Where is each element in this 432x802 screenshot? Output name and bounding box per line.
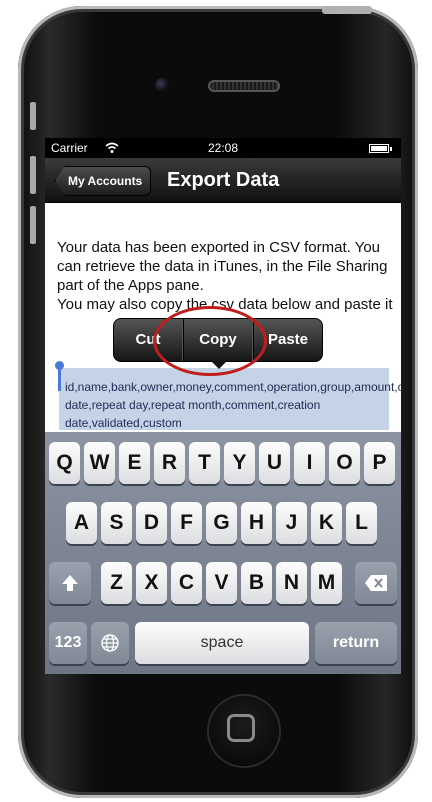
key-k[interactable]: K: [311, 502, 342, 544]
delete-icon: [365, 575, 387, 591]
volume-down-button: [30, 206, 36, 244]
key-a[interactable]: A: [66, 502, 97, 544]
status-time: 22:08: [207, 141, 239, 155]
volume-up-button: [30, 156, 36, 194]
key-s[interactable]: S: [101, 502, 132, 544]
back-button[interactable]: My Accounts: [55, 166, 152, 196]
key-u[interactable]: U: [259, 442, 290, 484]
key-j[interactable]: J: [276, 502, 307, 544]
selection-knob: [55, 361, 64, 370]
screen: Carrier 22:08 My Accounts Export Data Yo…: [45, 138, 401, 674]
key-c[interactable]: C: [171, 562, 202, 604]
navigation-bar: My Accounts Export Data: [45, 158, 401, 203]
space-key[interactable]: space: [135, 622, 309, 664]
status-bar: Carrier 22:08: [45, 138, 401, 158]
speaker-grille: [208, 80, 280, 92]
key-h[interactable]: H: [241, 502, 272, 544]
export-description: Your data has been exported in CSV forma…: [57, 238, 393, 314]
key-m[interactable]: M: [311, 562, 342, 604]
key-o[interactable]: O: [329, 442, 360, 484]
csv-text-area[interactable]: id,name,bank,owner,money,comment,operati…: [65, 378, 401, 432]
shift-key[interactable]: [49, 562, 91, 604]
power-button: [322, 6, 372, 14]
key-w[interactable]: W: [84, 442, 115, 484]
key-v[interactable]: V: [206, 562, 237, 604]
key-p[interactable]: P: [364, 442, 395, 484]
mute-switch: [30, 102, 36, 130]
battery-icon: [369, 144, 392, 153]
keyboard: Q W E R T Y U I O P A S D F G H J K L Z …: [45, 432, 401, 674]
page-title: Export Data: [167, 169, 280, 191]
key-y[interactable]: Y: [224, 442, 255, 484]
key-n[interactable]: N: [276, 562, 307, 604]
camera-icon: [155, 78, 169, 92]
key-d[interactable]: D: [136, 502, 167, 544]
key-x[interactable]: X: [136, 562, 167, 604]
delete-key[interactable]: [355, 562, 397, 604]
description-paragraph: Your data has been exported in CSV forma…: [57, 239, 388, 294]
home-button-icon: [227, 714, 255, 742]
copy-annotation-circle: [153, 306, 267, 376]
key-b[interactable]: B: [241, 562, 272, 604]
shift-icon: [62, 575, 78, 591]
key-e[interactable]: E: [119, 442, 150, 484]
key-t[interactable]: T: [189, 442, 220, 484]
key-i[interactable]: I: [294, 442, 325, 484]
key-f[interactable]: F: [171, 502, 202, 544]
key-g[interactable]: G: [206, 502, 237, 544]
numbers-key[interactable]: 123: [49, 622, 87, 664]
key-r[interactable]: R: [154, 442, 185, 484]
globe-icon: [101, 634, 119, 652]
return-key[interactable]: return: [315, 622, 397, 664]
globe-key[interactable]: [91, 622, 129, 664]
home-button[interactable]: [209, 696, 279, 766]
key-l[interactable]: L: [346, 502, 377, 544]
selection-start-handle[interactable]: [55, 361, 64, 391]
key-q[interactable]: Q: [49, 442, 80, 484]
key-z[interactable]: Z: [101, 562, 132, 604]
